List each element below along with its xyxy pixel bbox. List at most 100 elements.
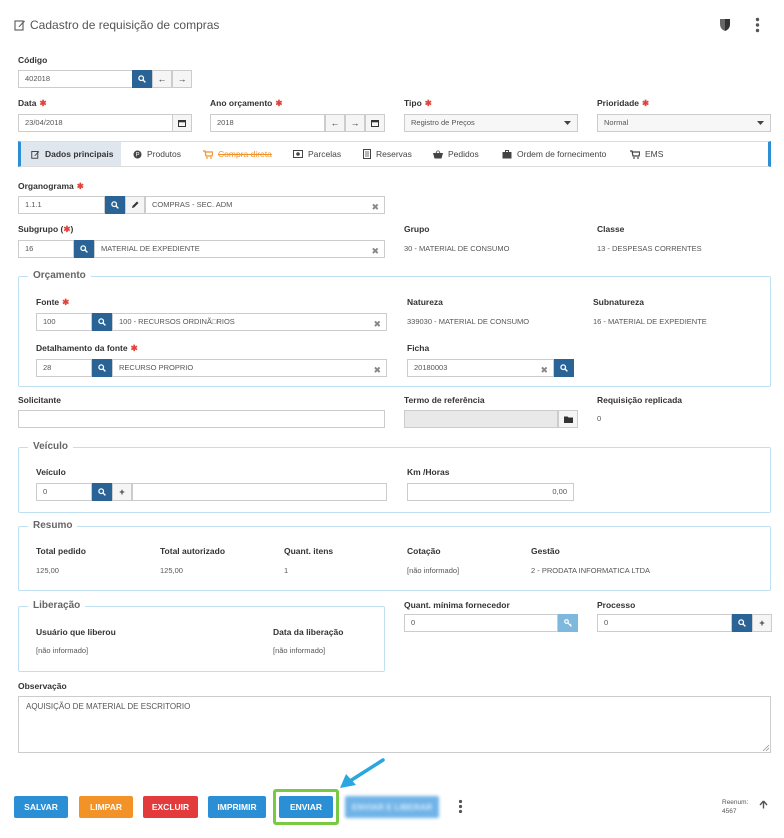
tab-label: EMS — [645, 149, 664, 159]
liberacao-legend: Liberação — [28, 600, 86, 611]
fonte-desc: 100 - RECURSOS ORDINÃ□RIOS ✖ — [112, 313, 387, 331]
ano-calendar-button[interactable] — [365, 114, 385, 132]
observacao-label: Observação — [18, 681, 67, 691]
classe-value: 13 - DESPESAS CORRENTES — [597, 244, 702, 253]
search-icon — [111, 201, 119, 209]
tab-reservas[interactable]: Reservas — [363, 141, 412, 167]
data-label: Data ✱ — [18, 98, 47, 108]
codigo-input[interactable]: 402018 — [18, 70, 133, 88]
ano-prev-button[interactable]: ← — [325, 114, 345, 132]
fonte-code-input[interactable]: 100 — [36, 313, 92, 331]
replicada-label: Requisição replicada — [597, 395, 683, 405]
detalhamento-label: Detalhamento da fonte ✱ — [36, 343, 138, 353]
organograma-edit-button[interactable] — [125, 196, 145, 214]
tab-dados-principais[interactable]: Dados principais — [31, 141, 114, 167]
ano-input[interactable]: 2018 — [210, 114, 325, 132]
calendar-icon — [371, 119, 379, 127]
clear-icon[interactable]: ✖ — [373, 316, 381, 330]
prioridade-value: Normal — [604, 118, 629, 127]
veiculo-add-button[interactable]: + — [112, 483, 132, 501]
orcamento-legend: Orçamento — [28, 270, 91, 281]
termo-folder-button[interactable] — [558, 410, 578, 428]
detalhamento-search-button[interactable] — [92, 359, 112, 377]
tab-label: Reservas — [376, 149, 412, 159]
veiculo-desc — [132, 483, 387, 501]
tab-pedidos[interactable]: Pedidos — [433, 141, 479, 167]
subgrupo-search-button[interactable] — [74, 240, 94, 258]
ano-next-button[interactable]: → — [345, 114, 365, 132]
folder-icon — [563, 416, 573, 423]
total-pedido-value: 125,00 — [36, 566, 59, 575]
gestao-label: Gestão — [531, 546, 560, 556]
termo-label: Termo de referência — [404, 395, 485, 405]
ficha-input[interactable]: 20180003 ✖ — [407, 359, 554, 377]
imprimir-button[interactable]: IMPRIMIR — [208, 796, 266, 818]
processo-input[interactable]: 0 — [597, 614, 732, 632]
tab-parcelas[interactable]: Parcelas — [293, 141, 341, 167]
search-icon — [98, 488, 106, 496]
veiculo-label: Veículo — [36, 467, 66, 477]
search-icon — [98, 364, 106, 372]
ficha-search-button[interactable] — [554, 359, 574, 377]
veiculo-search-button[interactable] — [92, 483, 112, 501]
organograma-code-input[interactable]: 1.1.1 — [18, 196, 105, 214]
data-input[interactable]: 23/04/2018 — [18, 114, 173, 132]
subgrupo-desc-text: MATERIAL DE EXPEDIENTE — [101, 244, 200, 253]
tab-label: Parcelas — [308, 149, 342, 159]
subgrupo-desc: MATERIAL DE EXPEDIENTE ✖ — [94, 240, 385, 258]
prev-button[interactable]: ← — [152, 70, 172, 88]
search-icon — [738, 619, 746, 627]
subgrupo-code-input[interactable]: 16 — [18, 240, 74, 258]
reenum-label: Reenum: — [722, 799, 749, 806]
clear-icon[interactable]: ✖ — [373, 362, 381, 376]
next-button[interactable]: → — [172, 70, 192, 88]
pencil-icon — [131, 201, 139, 209]
tipo-select[interactable]: Registro de Preços — [404, 114, 578, 132]
solicitante-input[interactable] — [18, 410, 385, 428]
calendar-icon — [178, 119, 186, 127]
basket-icon — [433, 149, 443, 159]
clear-icon[interactable]: ✖ — [540, 362, 548, 376]
prioridade-select[interactable]: Normal — [597, 114, 771, 132]
detalhamento-code-input[interactable]: 28 — [36, 359, 92, 377]
resumo-section — [18, 526, 771, 591]
arrow-pointer-icon — [336, 757, 386, 791]
resize-handle-icon[interactable] — [762, 744, 769, 751]
organograma-search-button[interactable] — [105, 196, 125, 214]
subnatureza-label: Subnatureza — [593, 297, 645, 307]
chevron-down-icon — [564, 121, 571, 125]
enviar-button[interactable]: ENVIAR — [279, 796, 333, 818]
clear-icon[interactable]: ✖ — [371, 243, 379, 257]
veiculo-input[interactable]: 0 — [36, 483, 92, 501]
more-menu-icon[interactable] — [755, 17, 760, 33]
data-liberacao-label: Data da liberação — [273, 627, 344, 637]
processo-search-button[interactable] — [732, 614, 752, 632]
km-input[interactable]: 0,00 — [407, 483, 574, 501]
tab-produtos[interactable]: P Produtos — [133, 141, 181, 167]
search-icon — [560, 364, 568, 372]
shield-icon[interactable] — [719, 18, 731, 32]
veiculo-section — [18, 447, 771, 513]
more-actions-icon[interactable] — [458, 799, 463, 814]
quant-min-input[interactable]: 0 — [404, 614, 558, 632]
tab-ems[interactable]: EMS — [630, 141, 663, 167]
subgrupo-label: Subgrupo (✱) — [18, 224, 74, 234]
tab-ordem-fornecimento[interactable]: Ordem de fornecimento — [502, 141, 606, 167]
codigo-search-button[interactable] — [132, 70, 152, 88]
clear-icon[interactable]: ✖ — [371, 199, 379, 213]
natureza-label: Natureza — [407, 297, 443, 307]
processo-add-button[interactable]: + — [752, 614, 772, 632]
salvar-button[interactable]: SALVAR — [14, 796, 68, 818]
tab-compra-direta[interactable]: Compra direta — [203, 141, 272, 167]
enviar-liberar-button[interactable]: ENVIAR E LIBERAR — [345, 796, 439, 818]
page-title: Cadastro de requisição de compras — [30, 18, 220, 32]
scroll-top-icon[interactable] — [759, 800, 768, 809]
limpar-button[interactable]: LIMPAR — [79, 796, 133, 818]
cotacao-label: Cotação — [407, 546, 441, 556]
edit-icon — [31, 150, 40, 159]
fonte-search-button[interactable] — [92, 313, 112, 331]
calendar-button[interactable] — [172, 114, 192, 132]
excluir-button[interactable]: EXCLUIR — [143, 796, 198, 818]
quant-min-key-button[interactable] — [558, 614, 578, 632]
observacao-textarea[interactable]: AQUISIÇÃO DE MATERIAL DE ESCRITORIO — [18, 696, 771, 753]
